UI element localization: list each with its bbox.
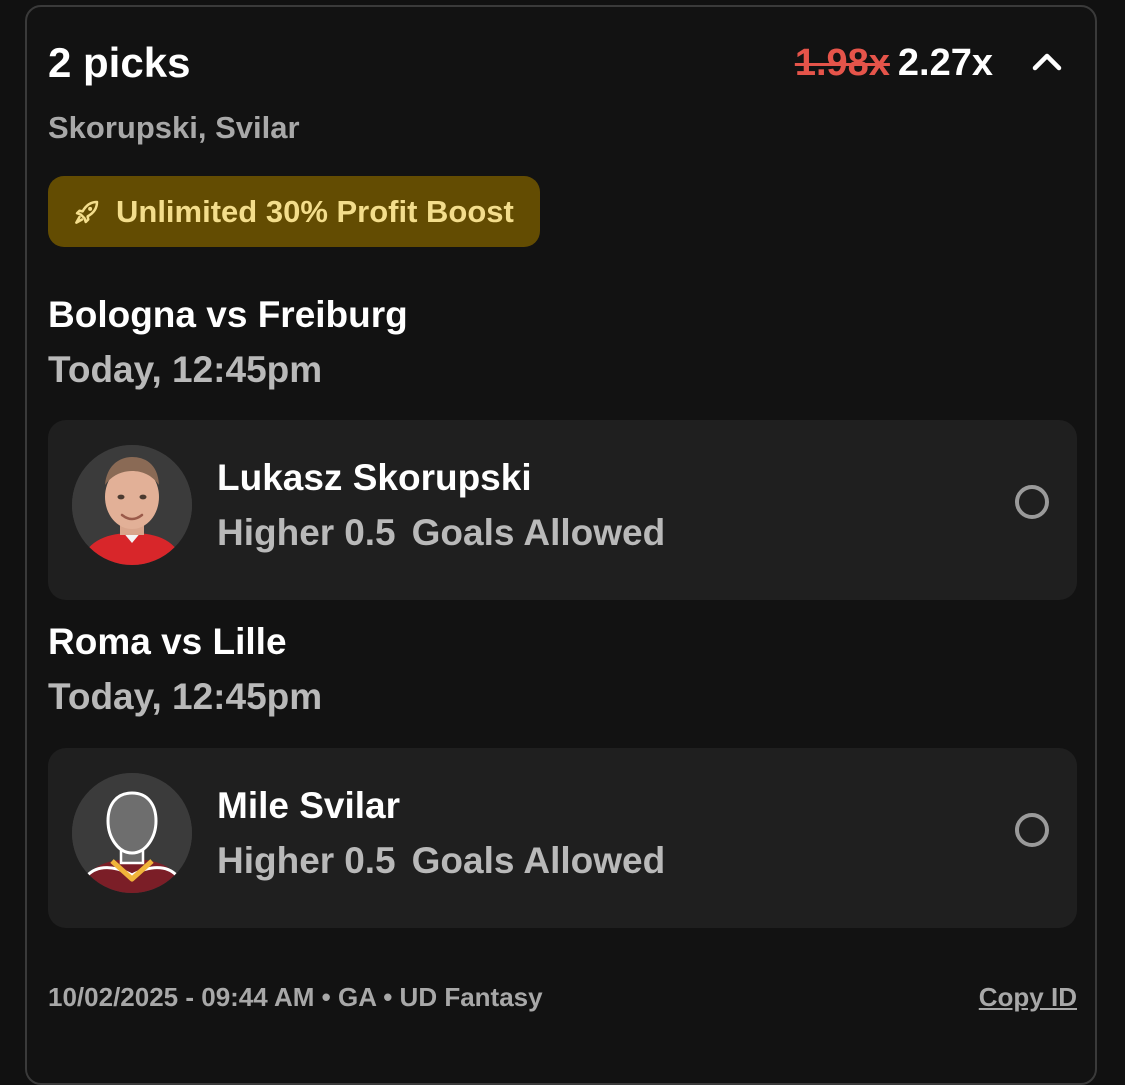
pick-line-value: 0.5 [344,512,396,553]
player-name: Mile Svilar [217,785,401,826]
players-summary: Skorupski, Svilar [48,110,300,145]
pick-status-radio[interactable] [1015,485,1049,519]
pick-direction: Higher [217,840,335,881]
match-time: Today, 12:45pm [48,676,323,717]
pick-status-radio[interactable] [1015,813,1049,847]
player-silhouette-icon [72,773,192,893]
player-name: Lukasz Skorupski [217,457,532,498]
picks-count-title: 2 picks [48,39,191,86]
pick-stat: Goals Allowed [411,840,666,881]
player-avatar [72,773,192,893]
boosted-multiplier: 2.27x [897,42,993,84]
pick-direction: Higher [217,512,335,553]
match-time: Today, 12:45pm [48,349,323,390]
pick-projection: Higher 0.5 Goals Allowed [217,838,665,884]
player-avatar [72,445,192,565]
boost-label: Unlimited 30% Profit Boost [116,193,514,229]
player-photo [72,445,192,565]
pick-card[interactable]: Mile Svilar Higher 0.5 Goals Allowed [48,748,1077,928]
profit-boost-badge: Unlimited 30% Profit Boost [48,176,540,247]
pick-stat: Goals Allowed [411,512,666,553]
match-title: Roma vs Lille [48,621,287,662]
old-multiplier: 1.98x [794,42,890,84]
match-title: Bologna vs Freiburg [48,294,408,335]
payout-multiplier: 1.98x 2.27x [795,40,993,86]
entry-metadata: 10/02/2025 - 09:44 AM • GA • UD Fantasy [48,982,543,1012]
pick-line-value: 0.5 [344,840,396,881]
pick-card[interactable]: Lukasz Skorupski Higher 0.5 Goals Allowed [48,420,1077,600]
pick-projection: Higher 0.5 Goals Allowed [217,510,665,556]
copy-id-link[interactable]: Copy ID [979,980,1077,1014]
chevron-up-icon[interactable] [1030,48,1064,74]
rocket-icon [75,200,99,224]
